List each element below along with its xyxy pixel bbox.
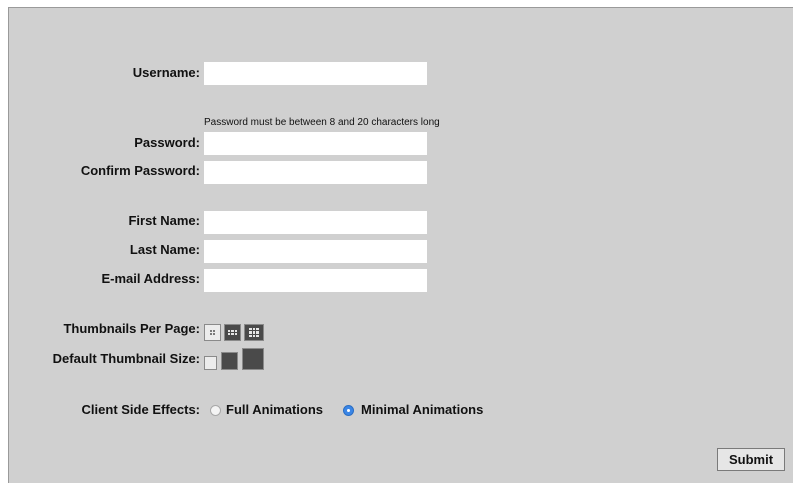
- minimal-animations-radio[interactable]: [343, 405, 354, 416]
- thumbnails-large-grid-button[interactable]: [244, 324, 264, 341]
- first-name-label: First Name:: [128, 213, 200, 228]
- username-input[interactable]: [204, 62, 427, 85]
- username-label: Username:: [132, 65, 200, 80]
- thumbnails-per-page-label: Thumbnails Per Page:: [63, 321, 200, 336]
- password-hint: Password must be between 8 and 20 charac…: [204, 117, 440, 128]
- full-animations-radio[interactable]: [210, 405, 221, 416]
- default-thumbnail-size-label: Default Thumbnail Size:: [52, 351, 200, 366]
- confirm-password-input[interactable]: [204, 161, 427, 184]
- thumbnail-size-small-button[interactable]: [204, 356, 217, 370]
- password-label: Password:: [134, 135, 200, 150]
- small-grid-icon: [205, 325, 220, 340]
- large-grid-icon: [245, 325, 263, 340]
- password-input[interactable]: [204, 132, 427, 155]
- last-name-label: Last Name:: [129, 242, 200, 257]
- thumbnails-small-grid-button[interactable]: [204, 324, 221, 341]
- email-label: E-mail Address:: [101, 271, 201, 286]
- medium-grid-icon: [225, 325, 240, 340]
- client-side-effects-label: Client Side Effects:: [81, 402, 200, 417]
- submit-button[interactable]: Submit: [717, 448, 785, 471]
- full-animations-label: Full Animations: [226, 402, 324, 417]
- first-name-input[interactable]: [204, 211, 427, 234]
- minimal-animations-label: Minimal Animations: [361, 402, 484, 417]
- last-name-input[interactable]: [204, 240, 427, 263]
- thumbnail-size-large-button[interactable]: [242, 348, 264, 370]
- thumbnail-size-medium-button[interactable]: [221, 352, 238, 370]
- thumbnails-medium-grid-button[interactable]: [224, 324, 241, 341]
- email-input[interactable]: [204, 269, 427, 292]
- confirm-password-label: Confirm Password:: [80, 163, 200, 178]
